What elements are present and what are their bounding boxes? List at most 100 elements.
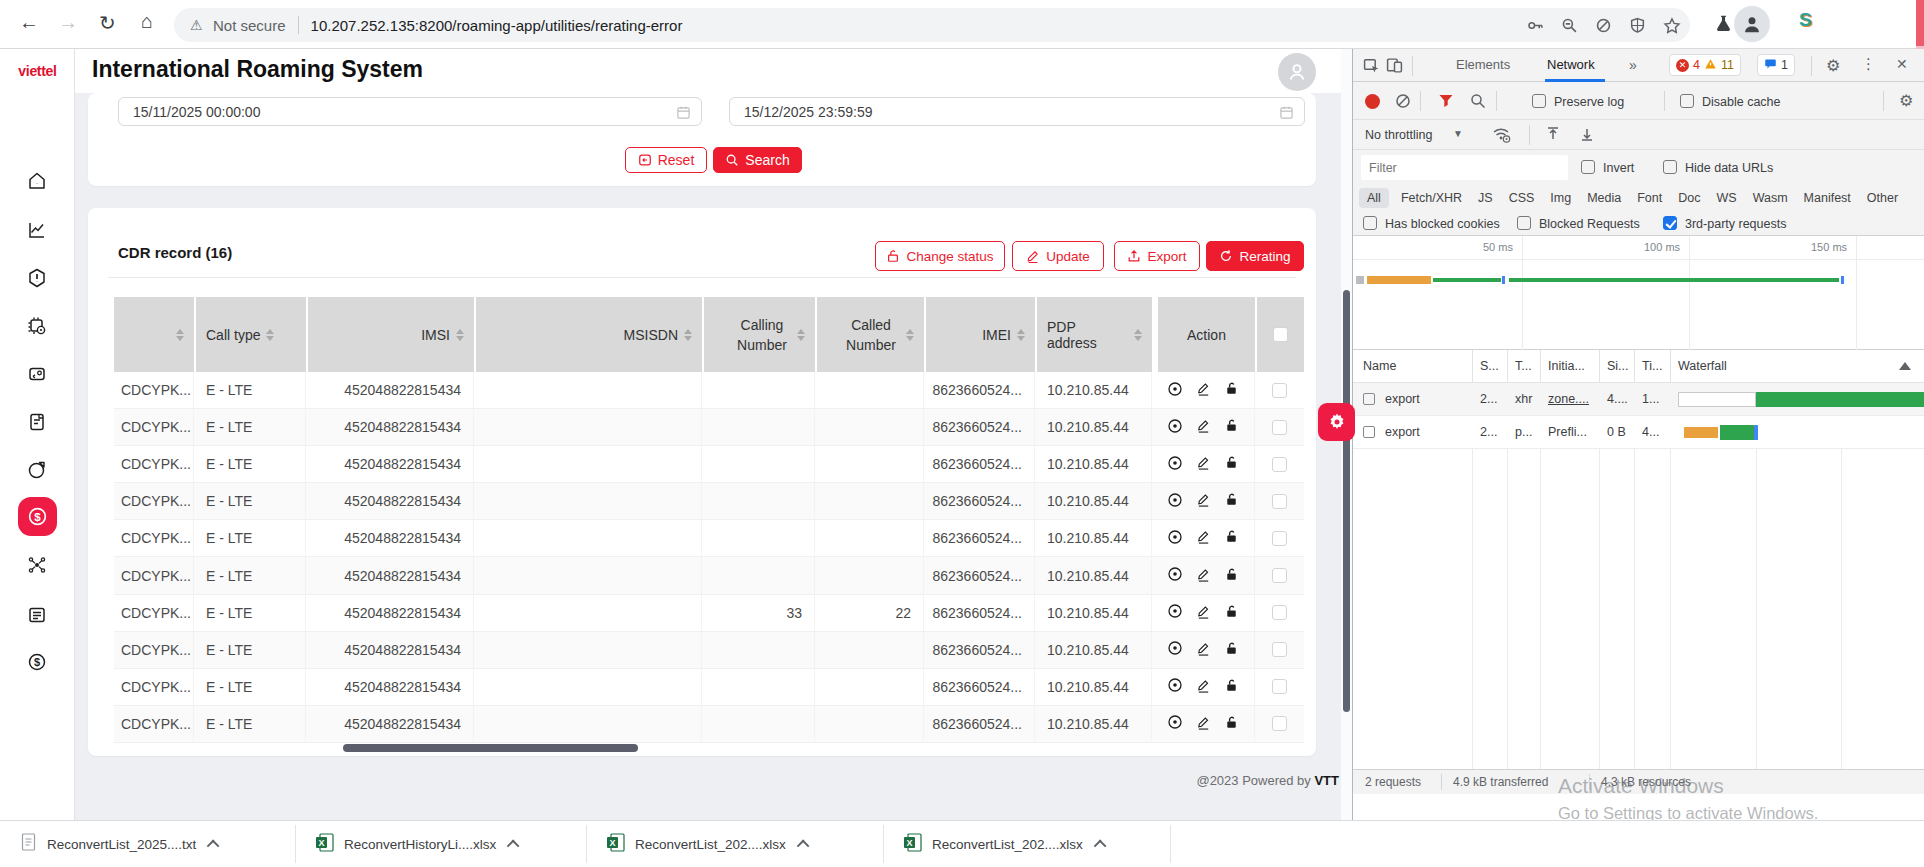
device-toolbar-icon[interactable] bbox=[1386, 57, 1403, 77]
sidebar-system-icon[interactable] bbox=[26, 315, 48, 337]
has-blocked-cookies-checkbox[interactable] bbox=[1363, 216, 1377, 230]
forward-icon[interactable]: → bbox=[58, 11, 78, 34]
search-network-icon[interactable] bbox=[1470, 93, 1486, 112]
edit-icon[interactable] bbox=[1196, 678, 1211, 696]
col-calling-number[interactable]: Calling Number bbox=[702, 297, 815, 372]
edit-icon[interactable] bbox=[1196, 492, 1211, 510]
chip[interactable]: Wasm bbox=[1745, 188, 1796, 208]
network-settings-icon[interactable]: ⚙ bbox=[1899, 91, 1913, 110]
date-from-input[interactable] bbox=[133, 104, 599, 120]
edit-icon[interactable] bbox=[1196, 715, 1211, 733]
unlock-icon[interactable] bbox=[1224, 455, 1239, 473]
col-called-number[interactable]: Called Number bbox=[815, 297, 924, 372]
sidebar-home-icon[interactable] bbox=[26, 170, 48, 192]
row-checkbox[interactable] bbox=[1272, 531, 1287, 546]
horizontal-scrollbar[interactable] bbox=[343, 744, 638, 752]
unlock-icon[interactable] bbox=[1224, 418, 1239, 436]
download-caret-icon[interactable] bbox=[507, 839, 520, 852]
view-icon[interactable] bbox=[1167, 566, 1183, 585]
edit-icon[interactable] bbox=[1196, 381, 1211, 399]
home-icon[interactable]: ⌂ bbox=[141, 10, 153, 33]
cdr-row[interactable]: CDCYPK... E - LTE 452048822815434 862366… bbox=[114, 372, 1304, 409]
download-caret-icon[interactable] bbox=[797, 839, 810, 852]
unlock-icon[interactable] bbox=[1224, 381, 1239, 399]
grid-col-status[interactable]: S... bbox=[1480, 359, 1499, 373]
chip[interactable]: Media bbox=[1579, 188, 1629, 208]
key-icon[interactable] bbox=[1527, 17, 1544, 34]
edit-icon[interactable] bbox=[1196, 418, 1211, 436]
tab-elements[interactable]: Elements bbox=[1456, 57, 1510, 72]
devtools-settings-icon[interactable]: ⚙ bbox=[1826, 56, 1840, 75]
update-button[interactable]: Update bbox=[1012, 241, 1104, 271]
view-icon[interactable] bbox=[1167, 714, 1183, 733]
sidebar-analytics-icon[interactable] bbox=[26, 219, 48, 241]
row-checkbox[interactable] bbox=[1272, 494, 1287, 509]
sidebar-disc-icon[interactable] bbox=[26, 459, 48, 481]
view-icon[interactable] bbox=[1167, 640, 1183, 659]
request-checkbox[interactable] bbox=[1363, 393, 1375, 405]
devtools-menu-icon[interactable]: ⋮ bbox=[1861, 55, 1876, 73]
disable-cache-checkbox[interactable] bbox=[1680, 94, 1694, 108]
zoom-out-icon[interactable] bbox=[1561, 17, 1578, 34]
blocked-icon[interactable] bbox=[1595, 17, 1612, 34]
grid-col-initiator[interactable]: Initia... bbox=[1548, 359, 1585, 373]
date-from-field[interactable] bbox=[118, 97, 702, 126]
inspect-icon[interactable] bbox=[1363, 57, 1380, 77]
download-item[interactable]: X ReconvertList_202....xlsx bbox=[903, 821, 1106, 867]
view-icon[interactable] bbox=[1167, 492, 1183, 511]
chip[interactable]: JS bbox=[1470, 188, 1501, 208]
request-row[interactable]: export 2... xhr zone.... 4.... 1... bbox=[1353, 383, 1924, 416]
invert-checkbox[interactable] bbox=[1581, 160, 1595, 174]
clear-icon[interactable] bbox=[1395, 93, 1411, 112]
sidebar-sim-icon[interactable] bbox=[26, 363, 48, 385]
cdr-row[interactable]: CDCYPK... E - LTE 452048822815434 862366… bbox=[114, 520, 1304, 557]
more-tabs-icon[interactable]: » bbox=[1629, 57, 1637, 73]
row-checkbox[interactable] bbox=[1272, 642, 1287, 657]
request-row[interactable]: export 2... p... Prefli... 0 B 4... bbox=[1353, 416, 1924, 449]
grid-col-name[interactable]: Name bbox=[1363, 359, 1396, 373]
bookmark-star-icon[interactable] bbox=[1663, 17, 1680, 34]
view-icon[interactable] bbox=[1167, 677, 1183, 696]
chip[interactable]: Manifest bbox=[1796, 188, 1859, 208]
record-icon[interactable] bbox=[1365, 94, 1380, 109]
timeline-overview[interactable]: 50 ms 100 ms 150 ms bbox=[1353, 236, 1924, 350]
cdr-row[interactable]: CDCYPK... E - LTE 452048822815434 33 22 … bbox=[114, 595, 1304, 632]
grid-col-size[interactable]: Si... bbox=[1607, 359, 1629, 373]
user-avatar[interactable] bbox=[1278, 53, 1316, 91]
grid-col-waterfall[interactable]: Waterfall bbox=[1678, 359, 1727, 373]
blocked-requests-checkbox[interactable] bbox=[1517, 216, 1531, 230]
cdr-row[interactable]: CDCYPK... E - LTE 452048822815434 862366… bbox=[114, 557, 1304, 594]
scrollbar-thumb[interactable] bbox=[1343, 290, 1350, 712]
col-imei[interactable]: IMEI bbox=[924, 297, 1035, 372]
col-imsi[interactable]: IMSI bbox=[306, 297, 474, 372]
third-party-checkbox[interactable] bbox=[1663, 216, 1677, 230]
edit-icon[interactable] bbox=[1196, 529, 1211, 547]
sidebar-revenue-icon[interactable]: $ bbox=[26, 651, 48, 673]
reset-button[interactable]: Reset bbox=[625, 147, 707, 173]
row-checkbox[interactable] bbox=[1272, 605, 1287, 620]
row-checkbox[interactable] bbox=[1272, 716, 1287, 731]
throttling-select[interactable]: No throttling bbox=[1365, 128, 1432, 142]
issues-badge[interactable]: 1 bbox=[1757, 54, 1795, 76]
chip[interactable]: Img bbox=[1542, 188, 1579, 208]
view-icon[interactable] bbox=[1167, 418, 1183, 437]
sidebar-integration-icon[interactable] bbox=[26, 554, 48, 576]
col-msisdn[interactable]: MSISDN bbox=[474, 297, 702, 372]
row-checkbox[interactable] bbox=[1272, 383, 1287, 398]
unlock-icon[interactable] bbox=[1224, 567, 1239, 585]
preserve-log-checkbox[interactable] bbox=[1532, 94, 1546, 108]
unlock-icon[interactable] bbox=[1224, 641, 1239, 659]
chip[interactable]: CSS bbox=[1501, 188, 1543, 208]
filter-icon[interactable] bbox=[1438, 93, 1454, 112]
chip[interactable]: Doc bbox=[1670, 188, 1708, 208]
download-item[interactable]: ReconvertList_2025....txt bbox=[20, 821, 219, 867]
extension-s-icon[interactable]: S bbox=[1799, 9, 1812, 31]
download-item[interactable]: X ReconvertList_202....xlsx bbox=[606, 821, 809, 867]
network-filter-input[interactable] bbox=[1361, 155, 1568, 180]
unlock-icon[interactable] bbox=[1224, 715, 1239, 733]
view-icon[interactable] bbox=[1167, 603, 1183, 622]
row-checkbox[interactable] bbox=[1272, 679, 1287, 694]
cdr-row[interactable]: CDCYPK... E - LTE 452048822815434 862366… bbox=[114, 632, 1304, 669]
row-checkbox[interactable] bbox=[1272, 457, 1287, 472]
date-to-input[interactable] bbox=[744, 104, 1203, 120]
